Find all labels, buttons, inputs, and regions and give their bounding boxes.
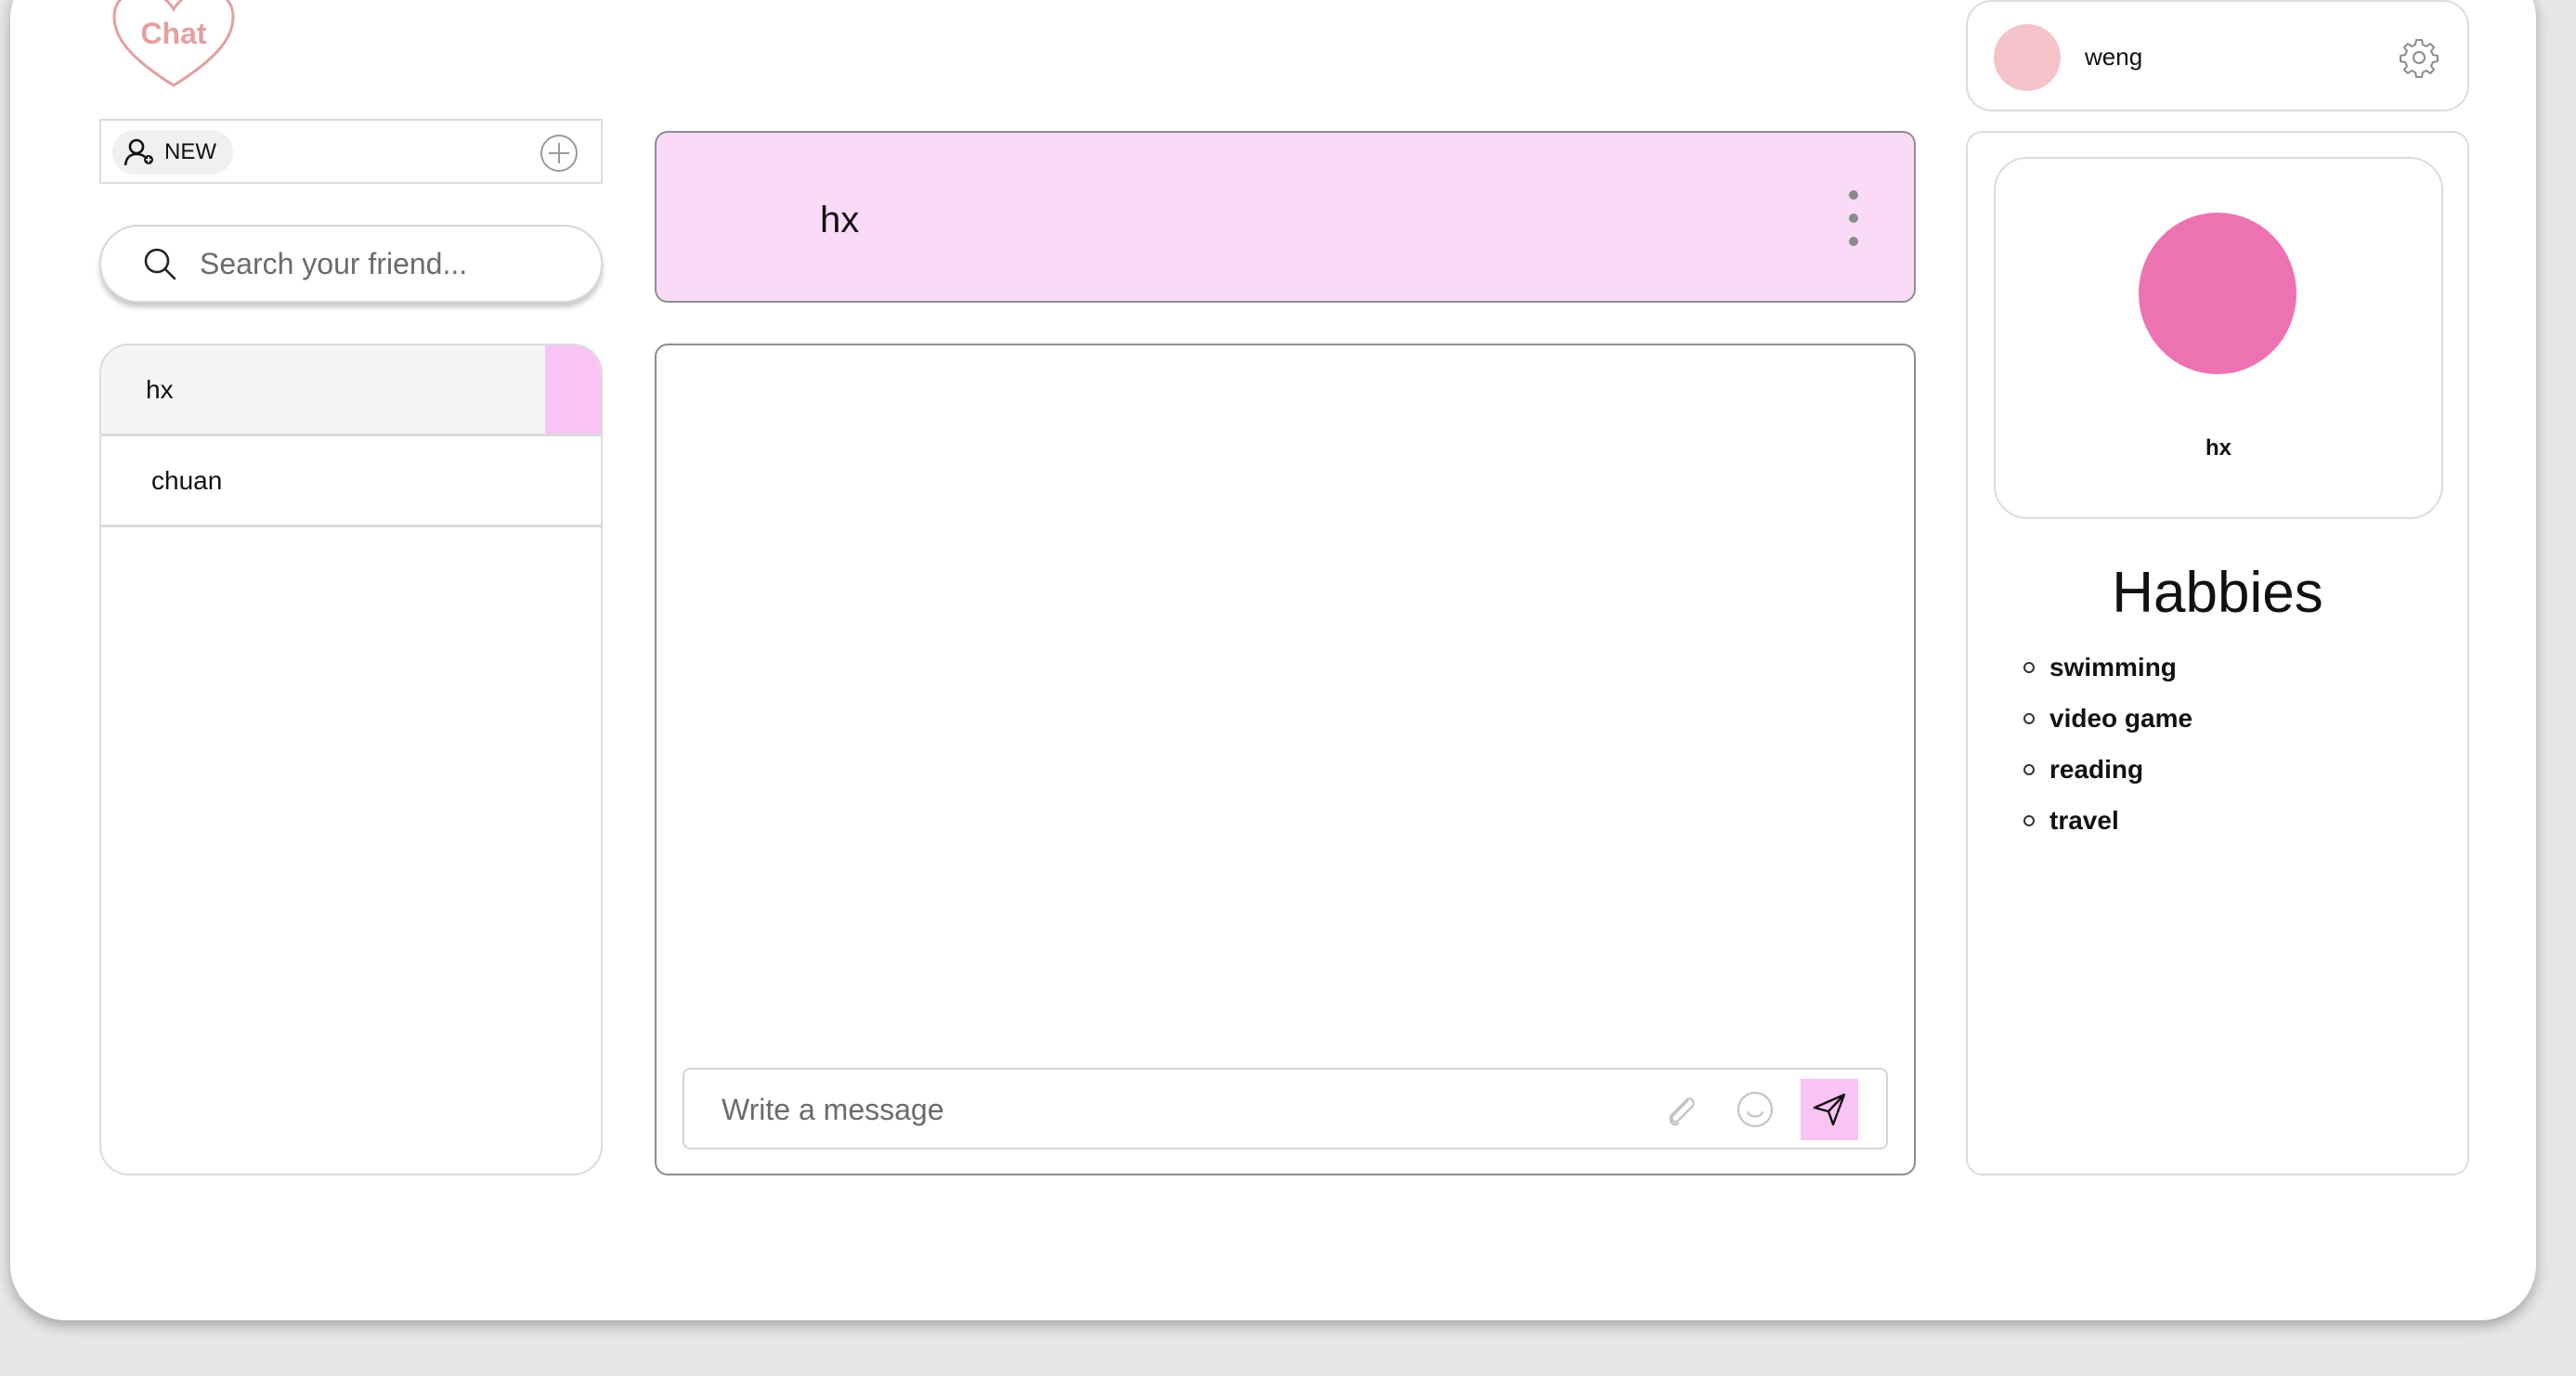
- friend-item-hx[interactable]: hx: [101, 345, 601, 436]
- app-window: Chat NEW hx chuan: [10, 0, 2536, 1320]
- hobbies-title: Habbies: [2112, 561, 2323, 625]
- new-contact-bar: NEW: [99, 119, 603, 184]
- active-indicator: [545, 345, 601, 434]
- chat-title: hx: [820, 200, 860, 240]
- hobby-item: swimming: [2023, 653, 2192, 704]
- current-user-name: weng: [2085, 43, 2143, 71]
- hobby-item: reading: [2023, 755, 2192, 806]
- more-vertical-icon[interactable]: [1849, 190, 1860, 246]
- search-input[interactable]: [198, 245, 573, 282]
- chat-logo[interactable]: Chat: [111, 0, 237, 91]
- friend-search: [99, 225, 603, 303]
- hobby-item: video game: [2023, 704, 2192, 755]
- plus-icon[interactable]: [540, 134, 579, 173]
- message-composer: [683, 1068, 1888, 1149]
- profile-card: hx: [1994, 157, 2443, 519]
- new-label: NEW: [164, 139, 216, 164]
- profile-avatar: [2139, 213, 2296, 374]
- profile-name: hx: [2205, 435, 2231, 461]
- send-icon: [1813, 1093, 1846, 1126]
- smiley-icon[interactable]: [1736, 1090, 1775, 1129]
- chat-messages-area: [655, 344, 1916, 1175]
- profile-panel: hx Habbies swimming video game reading t…: [1966, 131, 2469, 1175]
- paperclip-icon[interactable]: [1661, 1090, 1700, 1129]
- add-user-icon: [124, 138, 153, 166]
- message-input[interactable]: [720, 1088, 1615, 1131]
- gear-icon[interactable]: [2399, 37, 2439, 78]
- friend-item-chuan[interactable]: chuan: [101, 436, 601, 527]
- friend-list: hx chuan: [99, 344, 603, 1175]
- hobbies-list: swimming video game reading travel: [2023, 653, 2192, 857]
- send-button[interactable]: [1801, 1079, 1858, 1140]
- friend-name: hx: [146, 374, 174, 404]
- current-user-card: weng: [1966, 0, 2469, 111]
- new-contact-button[interactable]: NEW: [112, 130, 233, 175]
- hobby-item: travel: [2023, 806, 2192, 857]
- friend-name: chuan: [151, 465, 223, 495]
- chat-header: hx: [655, 131, 1916, 303]
- logo-text: Chat: [140, 17, 207, 50]
- avatar[interactable]: [1994, 24, 2061, 91]
- search-icon: [144, 248, 176, 280]
